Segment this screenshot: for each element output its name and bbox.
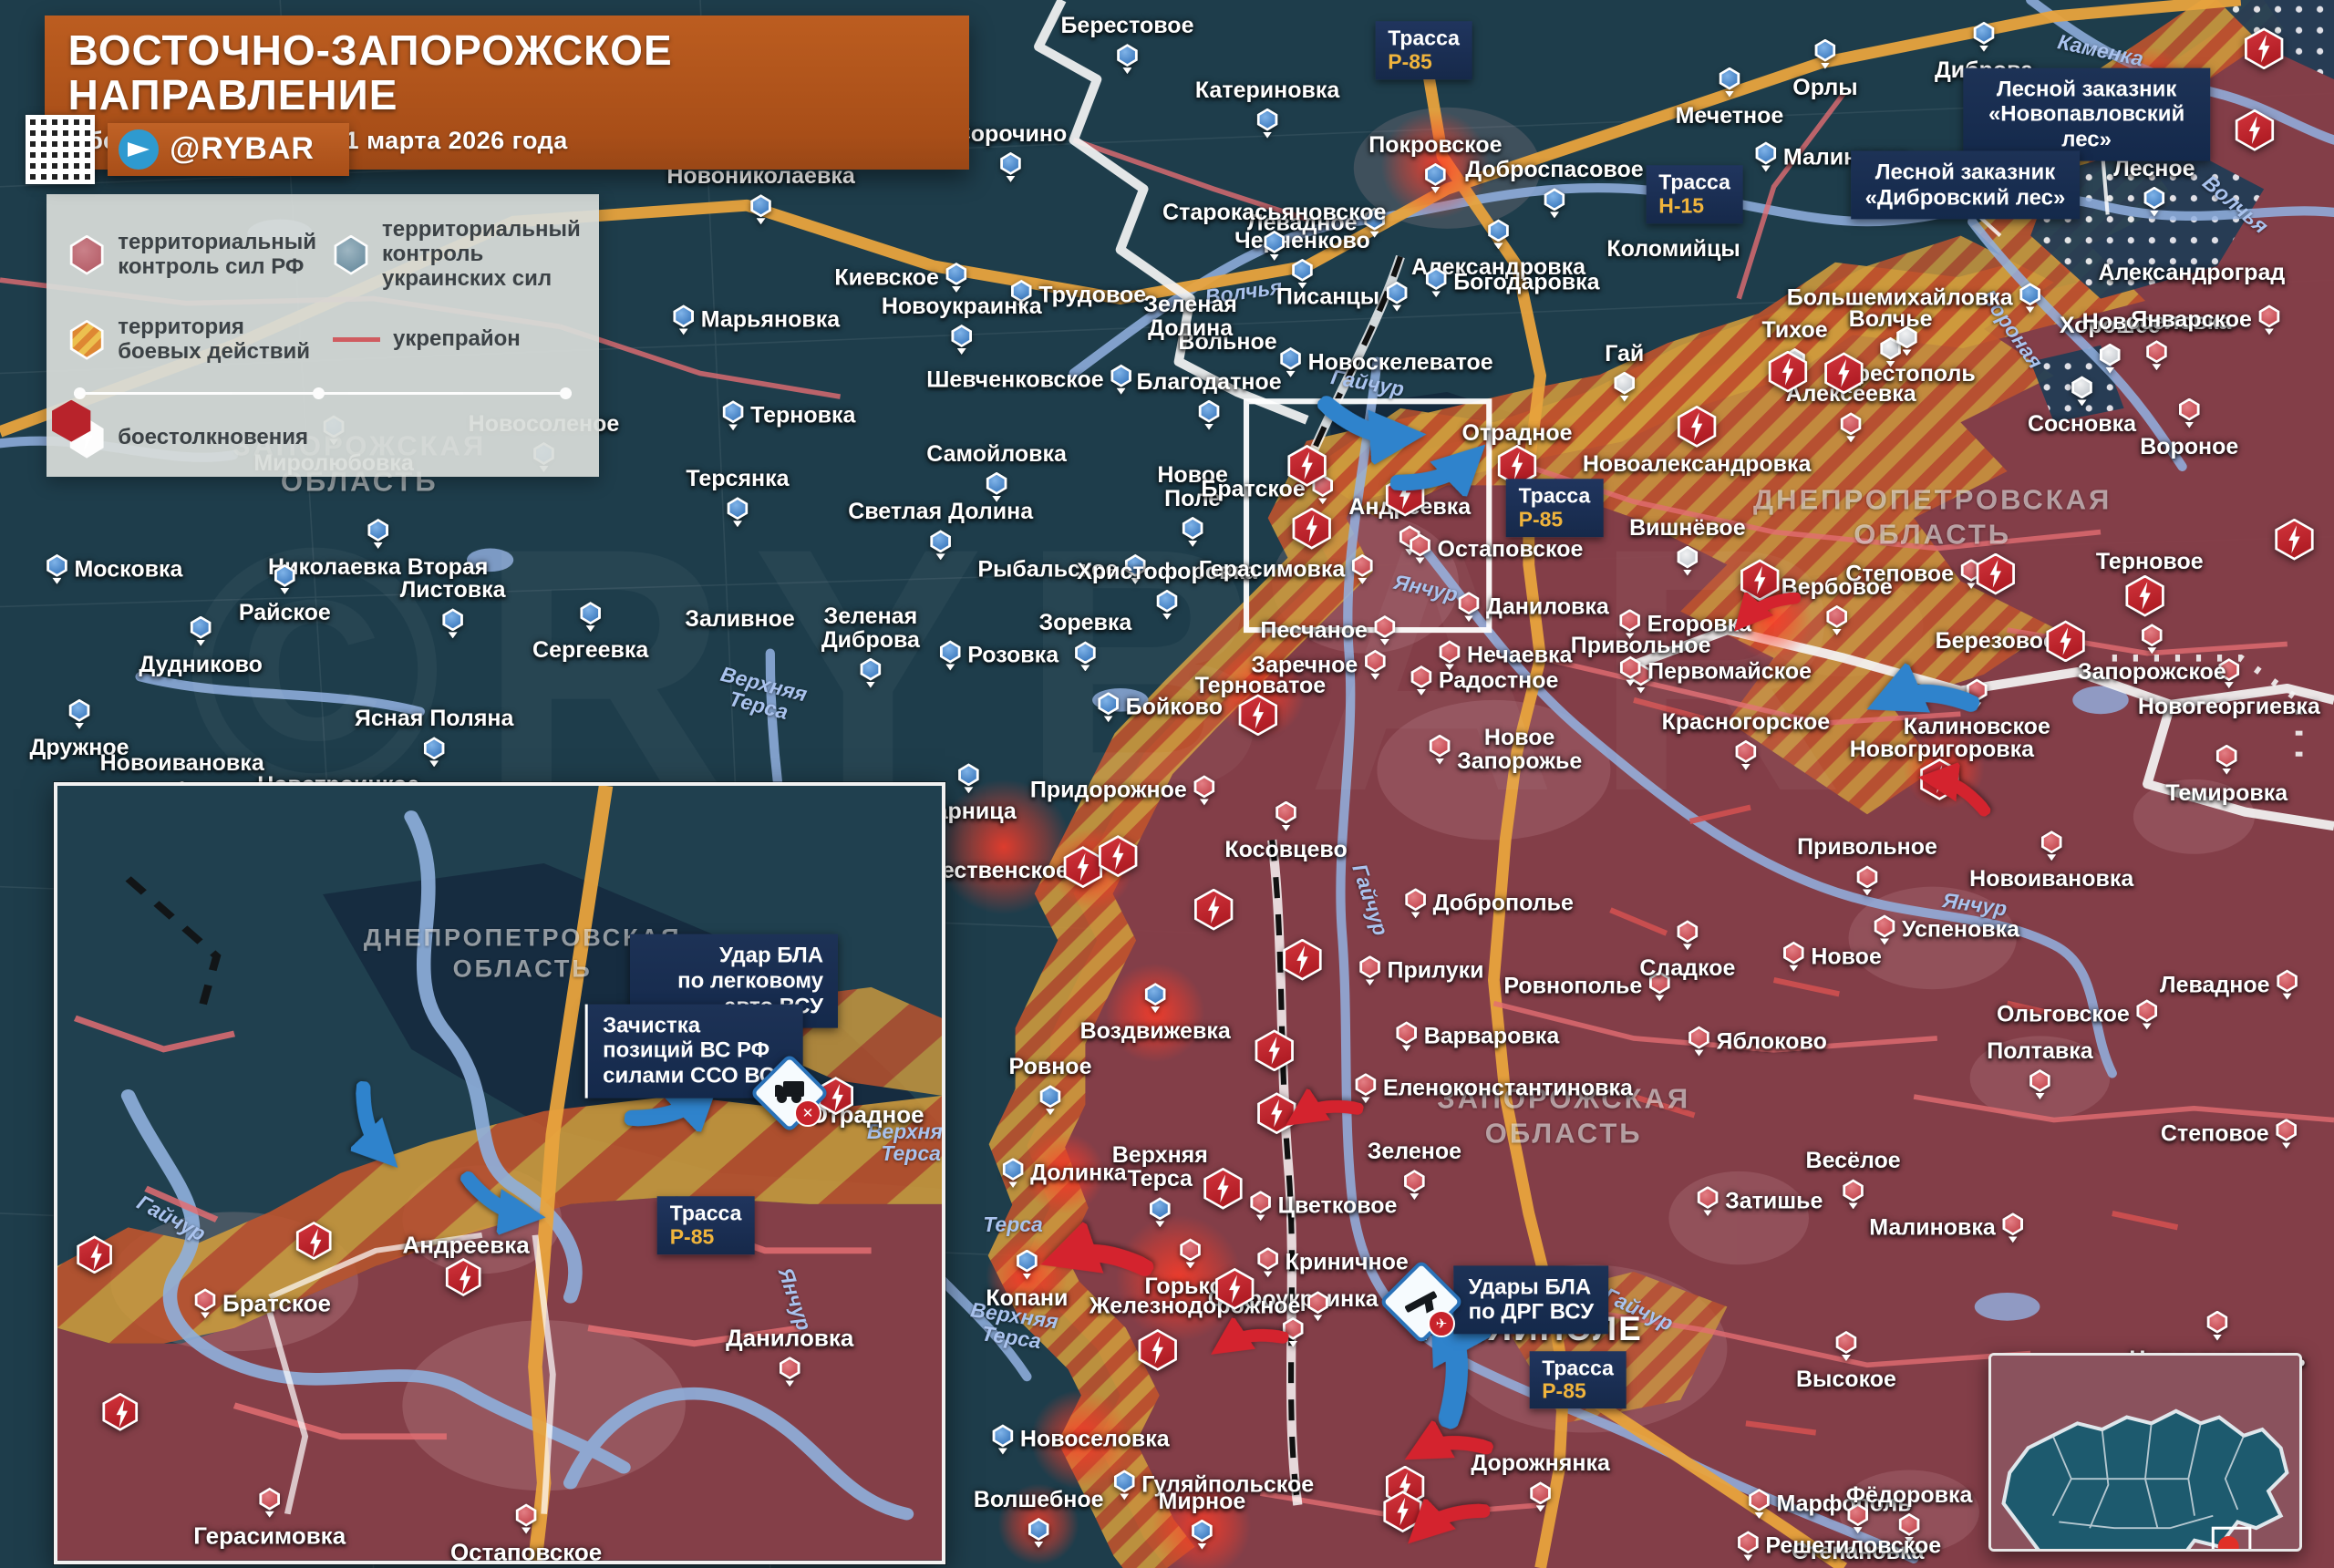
map-scale-bar	[74, 387, 573, 399]
legend-item-hex-clash: боестолкновения	[52, 399, 309, 459]
legend-item-label: территориальный контроль сил РФ	[118, 229, 316, 279]
brand-name: @RYBAR	[170, 131, 315, 167]
settlement-name: Даниловка	[726, 1324, 854, 1352]
legend-item-hex-ua: территориальный контроль украинских сил	[333, 217, 581, 292]
settlement-marker-ru	[779, 1357, 800, 1387]
legend-item-label: территориальный контроль украинских сил	[381, 217, 581, 292]
settlement-marker-ru	[259, 1487, 281, 1518]
clash-icon	[444, 1257, 482, 1296]
settlement-marker-ru	[194, 1288, 216, 1319]
inset-items-layer: Андреевка Братское Герасимовка Остаповское О…	[57, 786, 942, 1561]
legend-item-label: боестолкновения	[118, 425, 309, 450]
qr-code	[26, 114, 96, 184]
ukraine-locator-map	[1988, 1353, 2303, 1552]
attack-arrow-blue	[348, 1080, 411, 1176]
hex-combat-icon	[68, 319, 105, 360]
hex-ru-icon	[68, 234, 105, 275]
river-label: Янчур	[773, 1264, 817, 1334]
telegram-icon	[119, 129, 160, 170]
settlement-label: Братское	[194, 1288, 331, 1319]
legend-item-label: укрепрайон	[392, 326, 521, 352]
inset-map: Андреевка Братское Герасимовка Остаповское О…	[53, 782, 946, 1564]
legend-panel: территориальный контроль сил РФ территори…	[46, 194, 600, 477]
clash-icon	[294, 1222, 333, 1261]
settlement-label: Остаповское	[449, 1503, 603, 1564]
legend-item-hex-combat: территория боевых действий	[68, 315, 316, 365]
settlement-name: Герасимовка	[193, 1522, 346, 1550]
hex-clash-icon	[52, 399, 105, 459]
river-label: Гайчур	[133, 1190, 210, 1246]
settlement-label: Даниловка	[726, 1326, 853, 1387]
road-number: Р-85	[669, 1224, 715, 1249]
settlement-marker-ru	[515, 1503, 537, 1534]
road-sign: Трасса Р-85	[656, 1196, 755, 1254]
clash-icon	[76, 1235, 114, 1274]
legend-item-hex-ru: территориальный контроль сил РФ	[68, 218, 316, 292]
rybar-badge[interactable]: @RYBAR	[108, 122, 349, 176]
page-title: ВОСТОЧНО-ЗАПОРОЖСКОЕ НАПРАВЛЕНИЕ	[67, 26, 673, 119]
hex-ua-icon	[333, 234, 369, 275]
map-canvas: ©RYBAR ВОСТОЧНО-ЗАПОРОЖСКОЕ НАПРАВЛЕНИЕ …	[0, 0, 2334, 1568]
fortified-line-icon	[332, 337, 380, 343]
settlement-name: Остаповское	[449, 1538, 603, 1564]
settlement-name: Братское	[222, 1289, 331, 1317]
settlement-label: Герасимовка	[193, 1487, 346, 1550]
legend-item-line-fort: укрепрайон	[332, 315, 581, 365]
road-sign-word: Трасса	[669, 1201, 742, 1225]
legend-item-label: территория боевых действий	[118, 314, 310, 364]
clash-icon	[101, 1392, 139, 1431]
